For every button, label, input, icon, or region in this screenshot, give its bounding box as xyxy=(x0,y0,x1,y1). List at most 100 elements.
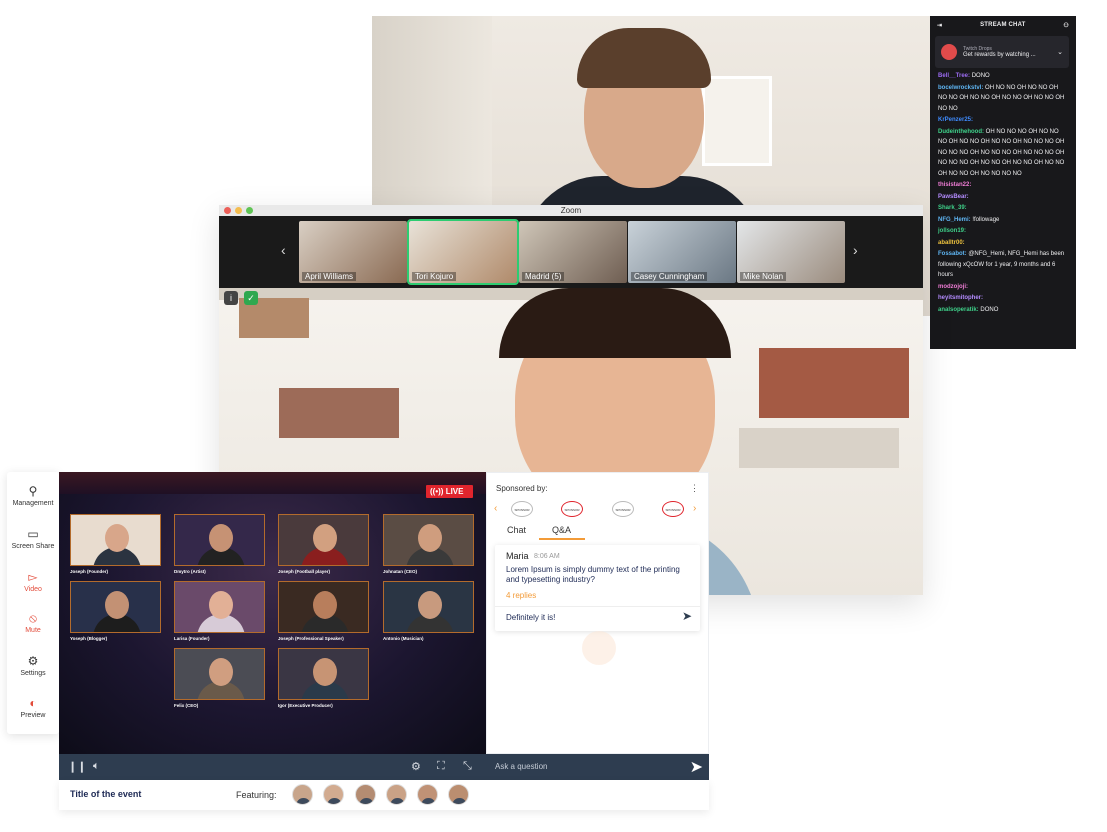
send-question-icon[interactable]: ➤ xyxy=(690,757,703,777)
speaker-tile[interactable] xyxy=(383,581,474,633)
speaker-tile[interactable] xyxy=(278,514,369,566)
speaker-tile[interactable] xyxy=(70,514,161,566)
chat-message: bocelwrockstvl: OH NO NO OH NO NO OH NO … xyxy=(938,83,1068,115)
chat-username[interactable]: aballtr00: xyxy=(938,240,965,246)
participant-tile[interactable]: Madrid (5) xyxy=(519,221,627,283)
chat-text: DONO xyxy=(980,306,999,313)
chat-username[interactable]: Bell__Tree: xyxy=(938,73,970,79)
speaker-tile[interactable] xyxy=(174,581,265,633)
tab-qa[interactable]: Q&A xyxy=(552,525,571,535)
chat-username[interactable]: modzojoji: xyxy=(938,284,968,290)
speaker-tile[interactable] xyxy=(278,648,369,700)
more-options-icon[interactable]: ⋮ xyxy=(690,483,699,494)
participant-tile[interactable]: Mike Nolan xyxy=(737,221,845,283)
minimize-window-icon[interactable] xyxy=(235,207,242,214)
ask-question-bar: Ask a question ➤ xyxy=(486,754,709,780)
mute-label: Mute xyxy=(25,627,41,634)
zoom-title: Zoom xyxy=(560,206,582,215)
screen-share-label: Screen Share xyxy=(11,543,55,550)
mute-button[interactable]: ⦸ Mute xyxy=(7,611,59,634)
next-participants-icon[interactable]: › xyxy=(853,242,858,258)
chat-message: NFG_Hemi: !followage xyxy=(938,215,1068,226)
chat-username[interactable]: KrPenzer25: xyxy=(938,117,973,123)
speaker-tile[interactable] xyxy=(70,581,161,633)
gear-icon[interactable]: ⚙ xyxy=(411,760,421,773)
close-window-icon[interactable] xyxy=(224,207,231,214)
chat-username[interactable]: thisistan22: xyxy=(938,182,971,188)
ask-question-input[interactable]: Ask a question xyxy=(495,762,547,771)
speaker-hair xyxy=(499,288,731,358)
speaker-name: Dmytro (Artist) xyxy=(174,569,206,574)
featured-avatar[interactable] xyxy=(292,784,313,805)
chat-text: !followage xyxy=(972,216,1000,223)
info-icon[interactable]: i xyxy=(224,291,238,305)
monitor-icon: ▭ xyxy=(27,527,39,541)
send-reply-icon[interactable]: ➤ xyxy=(682,609,692,623)
preview-label: Preview xyxy=(20,712,46,719)
chat-username[interactable]: NFG_Hemi: xyxy=(938,217,971,223)
reply-input[interactable]: Definitely it is! xyxy=(506,613,555,622)
next-sponsor-icon[interactable]: › xyxy=(693,503,696,514)
users-icon[interactable]: ⚇ xyxy=(1063,22,1069,29)
question-time: 8:06 AM xyxy=(534,553,560,560)
participant-tile-active[interactable]: Tori Kojuro xyxy=(407,219,519,285)
tab-chat[interactable]: Chat xyxy=(507,525,526,535)
pause-icon[interactable]: ❙❙ xyxy=(68,760,86,773)
sponsor-logo[interactable]: SPONSOR xyxy=(561,501,583,517)
settings-button[interactable]: ⚙ Settings xyxy=(7,654,59,677)
chat-username[interactable]: bocelwrockstvl: xyxy=(938,85,983,91)
speaker-tile[interactable] xyxy=(174,648,265,700)
featured-avatar[interactable] xyxy=(386,784,407,805)
maximize-window-icon[interactable] xyxy=(246,207,253,214)
sponsor-logo[interactable]: SPONSOR xyxy=(511,501,533,517)
sponsor-logo[interactable]: SPONSOR xyxy=(612,501,634,517)
replies-link[interactable]: 4 replies xyxy=(506,591,536,600)
event-stage: ((•)) LIVE Joseph (Founder) Dmytro (Arti… xyxy=(59,472,486,754)
chat-message: modzojoji: xyxy=(938,282,1068,293)
chevron-down-icon[interactable]: ⌄ xyxy=(1057,48,1063,56)
management-label: Management xyxy=(12,500,54,507)
fox-watermark xyxy=(582,631,616,665)
chat-username[interactable]: analsoperatik: xyxy=(938,307,979,313)
chat-message: Dudeinthehood: OH NO NO NO OH NO NO NO O… xyxy=(938,127,1068,180)
participant-tile[interactable]: April Williams xyxy=(299,221,407,283)
participant-tile[interactable]: Casey Cunningham xyxy=(628,221,736,283)
volume-icon[interactable]: 🔈︎ xyxy=(93,760,100,773)
chat-username[interactable]: Dudeinthehood: xyxy=(938,129,984,135)
chat-username[interactable]: PawsBear: xyxy=(938,194,969,200)
video-button[interactable]: ▻ Video xyxy=(7,570,59,593)
chat-message: KrPenzer25: xyxy=(938,115,1068,126)
shield-icon[interactable]: ✓ xyxy=(244,291,258,305)
chat-message: jollson19: xyxy=(938,226,1068,237)
twitch-drops-banner[interactable]: Twitch Drops Get rewards by watching ...… xyxy=(935,36,1069,68)
management-button[interactable]: ⚲ Management xyxy=(7,484,59,507)
chat-username[interactable]: heyitsmitopher: xyxy=(938,295,983,301)
prev-participants-icon[interactable]: ‹ xyxy=(281,242,286,258)
chat-username[interactable]: Fossabot: xyxy=(938,251,967,257)
participant-strip: ‹ April Williams Tori Kojuro Madrid (5) … xyxy=(219,216,923,288)
featured-avatar[interactable] xyxy=(355,784,376,805)
exit-fullscreen-icon[interactable]: ⤡ xyxy=(463,760,472,773)
featured-avatar[interactable] xyxy=(417,784,438,805)
featured-avatar[interactable] xyxy=(323,784,344,805)
screen-share-button[interactable]: ▭ Screen Share xyxy=(7,527,59,550)
live-label: LIVE xyxy=(445,487,464,496)
featured-avatar[interactable] xyxy=(448,784,469,805)
prev-sponsor-icon[interactable]: ‹ xyxy=(494,503,497,514)
chat-username[interactable]: jollson19: xyxy=(938,228,966,234)
bookshelf-brick xyxy=(279,388,399,438)
speaker-name: Johnatan (CEO) xyxy=(383,569,418,574)
collapse-icon[interactable]: ⇥ xyxy=(937,22,942,29)
participant-name: April Williams xyxy=(302,272,356,281)
speaker-tile[interactable] xyxy=(278,581,369,633)
fullscreen-icon[interactable]: ⛶ xyxy=(437,760,445,773)
drops-subtitle: Get rewards by watching ... xyxy=(963,52,1036,58)
preview-toggle[interactable]: ◐ Preview xyxy=(7,696,59,719)
sponsor-logo[interactable]: SPONSOR xyxy=(662,501,684,517)
speaker-tile[interactable] xyxy=(174,514,265,566)
stage-curtain xyxy=(59,472,486,494)
chat-messages: Bell__Tree: DONO bocelwrockstvl: OH NO NO… xyxy=(930,68,1076,319)
drops-icon xyxy=(941,44,957,60)
chat-username[interactable]: Shark_39: xyxy=(938,205,967,211)
speaker-tile[interactable] xyxy=(383,514,474,566)
